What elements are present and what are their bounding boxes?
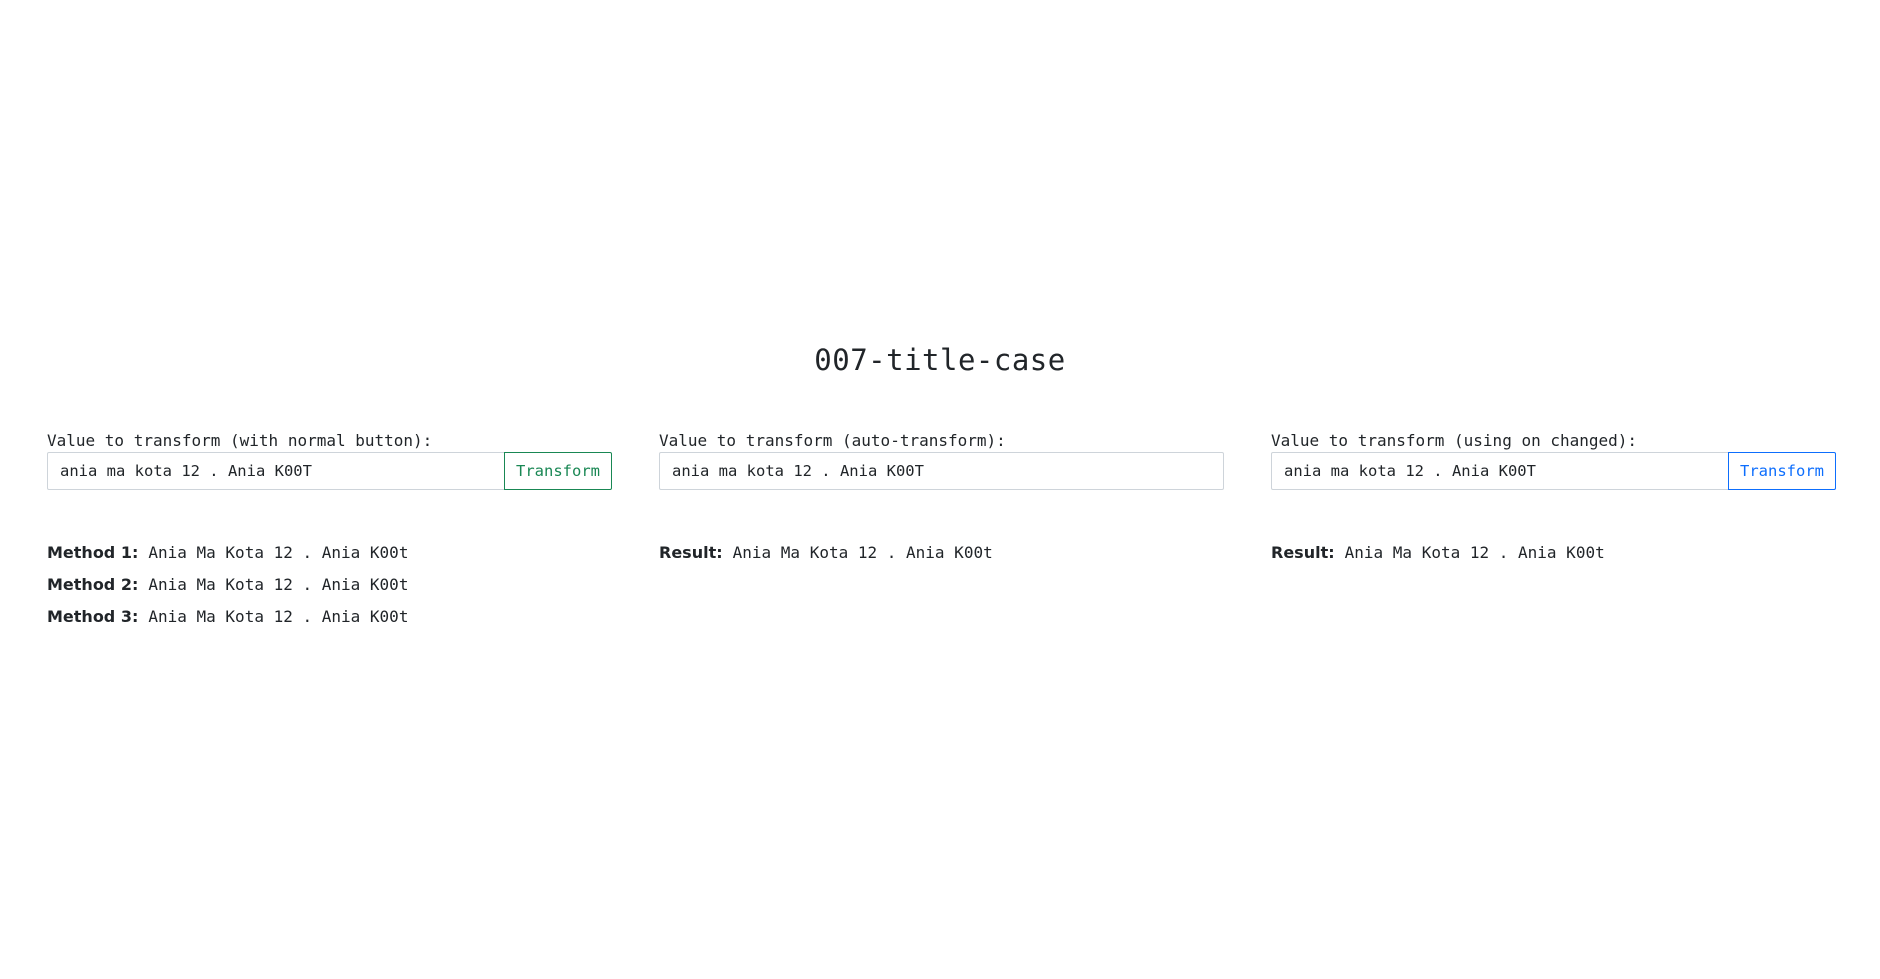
auto-transform-label: Value to transform (auto-transform): — [659, 431, 1006, 450]
on-changed-result-label: Result: — [1271, 543, 1335, 562]
normal-value-input[interactable] — [47, 452, 505, 490]
method-2-result: Method 2: Ania Ma Kota 12 . Ania K00t — [47, 574, 612, 596]
on-changed-value-input[interactable] — [1271, 452, 1729, 490]
method-3-value: Ania Ma Kota 12 . Ania K00t — [148, 607, 409, 626]
on-changed-transform-button[interactable]: Transform — [1728, 452, 1836, 490]
normal-transform-button[interactable]: Transform — [504, 452, 612, 490]
method-2-value: Ania Ma Kota 12 . Ania K00t — [148, 575, 409, 594]
on-changed-result-value: Ania Ma Kota 12 . Ania K00t — [1344, 543, 1605, 562]
auto-result: Result: Ania Ma Kota 12 . Ania K00t — [659, 542, 1224, 564]
auto-result-value: Ania Ma Kota 12 . Ania K00t — [732, 543, 993, 562]
on-changed-label: Value to transform (using on changed): — [1271, 431, 1638, 450]
method-1-result: Method 1: Ania Ma Kota 12 . Ania K00t — [47, 542, 612, 564]
on-changed-input-group: Transform — [1271, 452, 1836, 490]
normal-results: Method 1: Ania Ma Kota 12 . Ania K00t Met… — [47, 542, 612, 628]
on-changed-result: Result: Ania Ma Kota 12 . Ania K00t — [1271, 542, 1836, 564]
auto-input-group — [659, 452, 1224, 490]
auto-transform-section: Value to transform (auto-transform): Res… — [659, 430, 1224, 574]
on-changed-results: Result: Ania Ma Kota 12 . Ania K00t — [1271, 542, 1836, 564]
method-3-result: Method 3: Ania Ma Kota 12 . Ania K00t — [47, 606, 612, 628]
method-2-label: Method 2: — [47, 575, 139, 594]
normal-button-label: Value to transform (with normal button): — [47, 431, 433, 450]
page-title: 007-title-case — [814, 343, 1066, 377]
on-changed-section: Value to transform (using on changed): T… — [1271, 430, 1836, 574]
normal-button-section: Value to transform (with normal button):… — [47, 430, 612, 638]
auto-result-label: Result: — [659, 543, 723, 562]
method-1-value: Ania Ma Kota 12 . Ania K00t — [148, 543, 409, 562]
method-1-label: Method 1: — [47, 543, 139, 562]
auto-value-input[interactable] — [659, 452, 1224, 490]
auto-results: Result: Ania Ma Kota 12 . Ania K00t — [659, 542, 1224, 564]
page: 007-title-case Value to transform (with … — [0, 0, 1880, 979]
normal-input-group: Transform — [47, 452, 612, 490]
method-3-label: Method 3: — [47, 607, 139, 626]
